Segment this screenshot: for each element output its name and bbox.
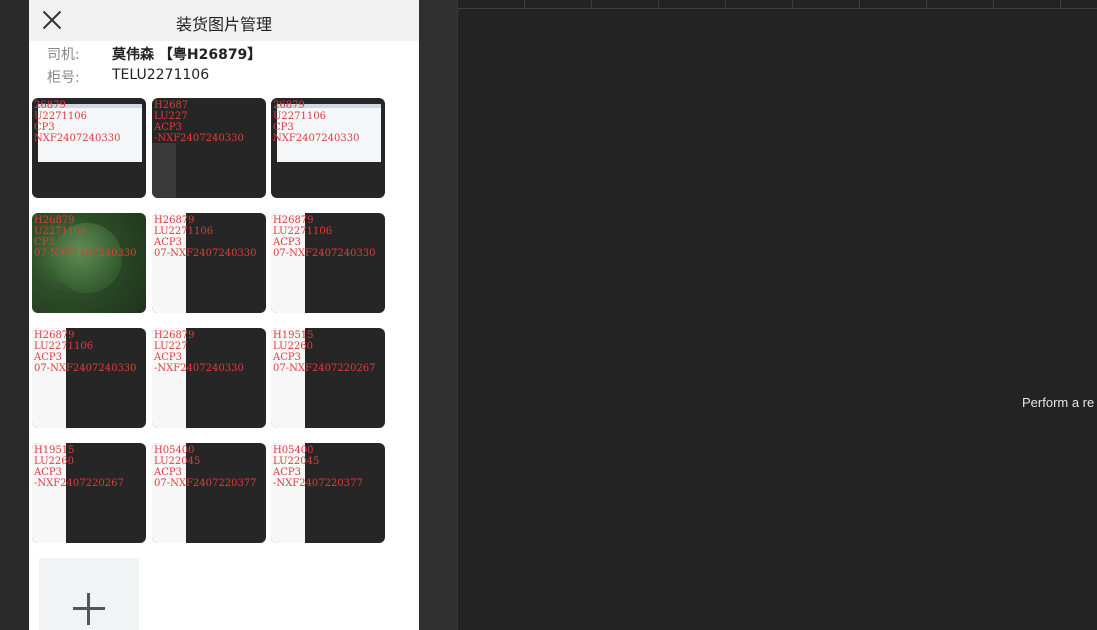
container-value: TELU2271106 (112, 67, 210, 83)
left-gutter (0, 0, 29, 630)
photo-thumbnail[interactable]: H26879 LU2271106 ACP3 07-NXF2407240330 (271, 213, 385, 313)
ruler (458, 0, 1097, 9)
photo-thumbnail[interactable]: H2687 LU227 ACP3 -NXF2407240330 (152, 98, 266, 198)
photo-thumbnail[interactable]: H26879 LU227 ACP3 -NXF2407240330 (152, 328, 266, 428)
photo-thumbnail[interactable]: 26879 U2271106 CP3 NXF2407240330 (271, 98, 385, 198)
panel-header: 装货图片管理 (29, 0, 419, 41)
ruler-tick (859, 0, 860, 9)
photo-thumbnail[interactable]: H05400 LU22045 ACP3 07-NXF2407220377 (152, 443, 266, 543)
photo-watermark-text: 26879 U2271106 CP3 NXF2407240330 (34, 100, 121, 144)
ruler-tick (591, 0, 592, 9)
photo-thumbnail[interactable]: H26879 LU2271106 ACP3 07-NXF2407240330 (32, 328, 146, 428)
screenshot-window (152, 143, 176, 198)
driver-value: 莫伟森 【粤H26879】 (112, 47, 262, 63)
panel-title: 装货图片管理 (175, 15, 272, 34)
ruler-tick (725, 0, 726, 9)
photo-thumbnail[interactable]: H26879 LU2271106 ACP3 07-NXF2407240330 (152, 213, 266, 313)
driver-label: 司机: (47, 47, 80, 63)
photo-watermark-text: H26879 LU2271106 ACP3 07-NXF2407240330 (154, 215, 257, 259)
photo-watermark-text: H05400 LU22045 ACP3 07-NXF2407220377 (154, 445, 257, 489)
photo-watermark-text: H26879 LU2271106 ACP3 07-NXF2407240330 (273, 215, 376, 259)
loading-photos-panel: 装货图片管理 司机: 莫伟森 【粤H26879】 柜号: TELU2271106… (29, 0, 419, 630)
ruler-tick (524, 0, 525, 9)
photo-watermark-text: H26879 LU2271106 ACP3 07-NXF2407240330 (34, 330, 137, 374)
photo-watermark-text: H05400 LU22045 ACP3 -NXF2407220377 (273, 445, 363, 489)
photo-watermark-text: H26879 U2271106 CP3 07-NXF2407240330 (34, 215, 137, 259)
editor-area: Perform a re (457, 0, 1097, 630)
driver-row: 司机: 莫伟森 【粤H26879】 (47, 44, 261, 64)
photo-watermark-text: H19515 LU2260 ACP3 07-NXF2407220267 (273, 330, 376, 374)
photo-thumbnail[interactable]: H26879 U2271106 CP3 07-NXF2407240330 (32, 213, 146, 313)
ruler-tick (926, 0, 927, 9)
panel-divider (419, 0, 457, 630)
ruler-tick (792, 0, 793, 9)
container-row: 柜号: TELU2271106 (47, 67, 209, 87)
ruler-tick (658, 0, 659, 9)
photo-thumbnail[interactable]: H19515 LU2260 ACP3 -NXF2407220267 (32, 443, 146, 543)
photo-watermark-text: H26879 LU227 ACP3 -NXF2407240330 (154, 330, 244, 374)
editor-message: Perform a re (1022, 395, 1095, 410)
ruler-tick (1060, 0, 1061, 9)
photo-thumbnail[interactable]: H19515 LU2260 ACP3 07-NXF2407220267 (271, 328, 385, 428)
photo-watermark-text: H19515 LU2260 ACP3 -NXF2407220267 (34, 445, 124, 489)
photo-thumbnail[interactable]: H05400 LU22045 ACP3 -NXF2407220377 (271, 443, 385, 543)
container-label: 柜号: (47, 70, 80, 86)
photo-watermark-text: 26879 U2271106 CP3 NXF2407240330 (273, 100, 360, 144)
photo-watermark-text: H2687 LU227 ACP3 -NXF2407240330 (154, 100, 244, 144)
add-photo-button[interactable] (39, 558, 139, 630)
ruler-tick (993, 0, 994, 9)
photo-thumbnail[interactable]: 26879 U2271106 CP3 NXF2407240330 (32, 98, 146, 198)
